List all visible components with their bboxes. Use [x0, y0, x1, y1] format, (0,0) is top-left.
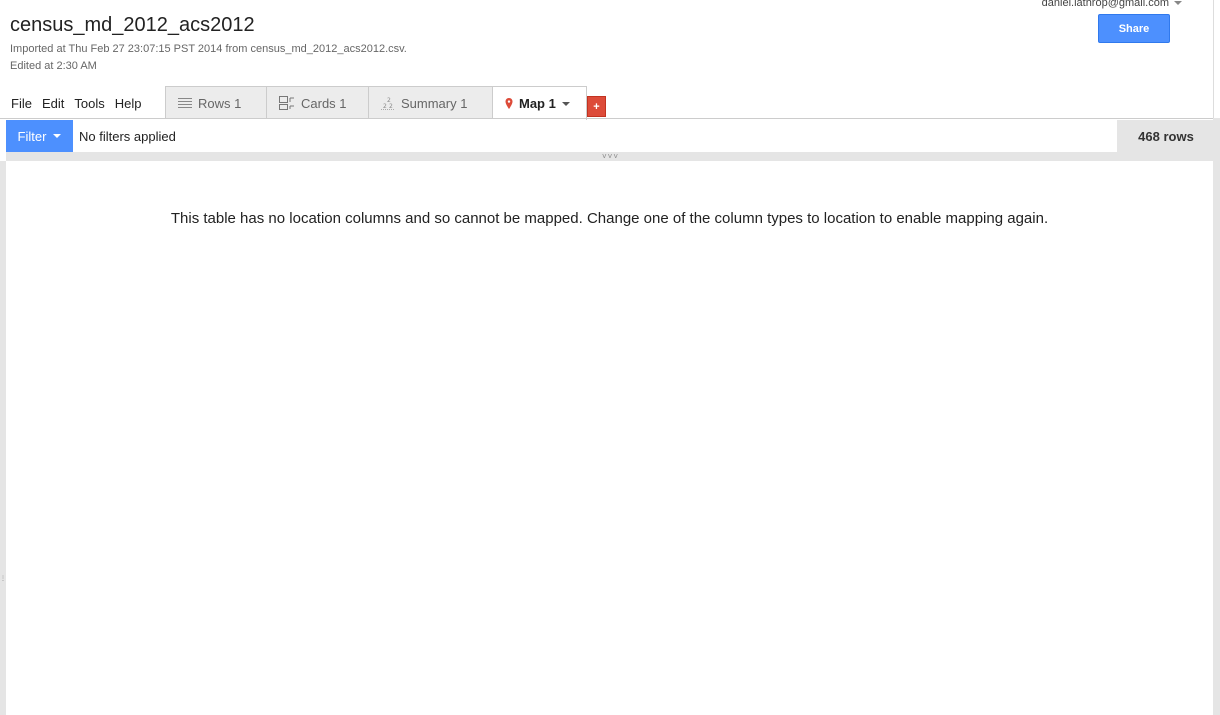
tab-label: Summary 1 [401, 95, 468, 111]
menu-help[interactable]: Help [115, 96, 142, 111]
filter-status: No filters applied [79, 129, 176, 144]
add-tab-button[interactable]: + [587, 96, 606, 117]
share-button[interactable]: Share [1098, 14, 1170, 43]
svg-text:2: 2 [389, 103, 393, 110]
map-marker-icon [505, 97, 513, 110]
rows-icon [178, 97, 192, 109]
page-title: census_md_2012_acs2012 [10, 14, 255, 36]
filter-label: Filter [17, 128, 47, 144]
edit-info: Edited at 2:30 AM [10, 60, 97, 72]
tab-label: Rows 1 [198, 95, 242, 111]
row-count: 468 rows [1117, 120, 1215, 152]
menu-tools[interactable]: Tools [74, 96, 104, 111]
menu-bar: File Edit Tools Help [11, 96, 151, 111]
resize-handle[interactable]: ˅˅˅ [6, 152, 1215, 161]
chevron-down-icon[interactable] [561, 101, 570, 106]
tab-summary[interactable]: 222 Summary 1 [369, 86, 493, 119]
menu-file[interactable]: File [11, 96, 32, 111]
tab-divider [0, 118, 1215, 119]
chevron-down-icon [53, 134, 62, 138]
filter-bar: Filter No filters applied 468 rows [6, 120, 1215, 152]
account-menu[interactable]: daniel.lathrop@gmail.com [1042, 0, 1182, 9]
import-info: Imported at Thu Feb 27 23:07:15 PST 2014… [10, 43, 407, 55]
svg-text:2: 2 [383, 103, 387, 110]
view-tabs: Rows 1 Cards 1 222 Summary 1 Map 1 [165, 86, 587, 120]
map-panel: This table has no location columns and s… [6, 161, 1213, 715]
window-edge [1213, 0, 1220, 118]
tab-label: Cards 1 [301, 95, 347, 111]
grip-icon: ˅˅˅ [601, 151, 619, 161]
cards-icon [279, 96, 295, 110]
summary-icon: 222 [381, 97, 395, 110]
tab-cards[interactable]: Cards 1 [267, 86, 369, 119]
scroll-gutter [1213, 118, 1220, 715]
map-message: This table has no location columns and s… [170, 210, 1049, 227]
filter-button[interactable]: Filter [6, 120, 73, 152]
menu-edit[interactable]: Edit [42, 96, 64, 111]
tab-rows[interactable]: Rows 1 [165, 86, 267, 119]
tab-map[interactable]: Map 1 [493, 86, 587, 120]
account-email: daniel.lathrop@gmail.com [1041, 0, 1169, 9]
tab-label: Map 1 [519, 96, 556, 111]
chevron-down-icon [1174, 1, 1182, 5]
